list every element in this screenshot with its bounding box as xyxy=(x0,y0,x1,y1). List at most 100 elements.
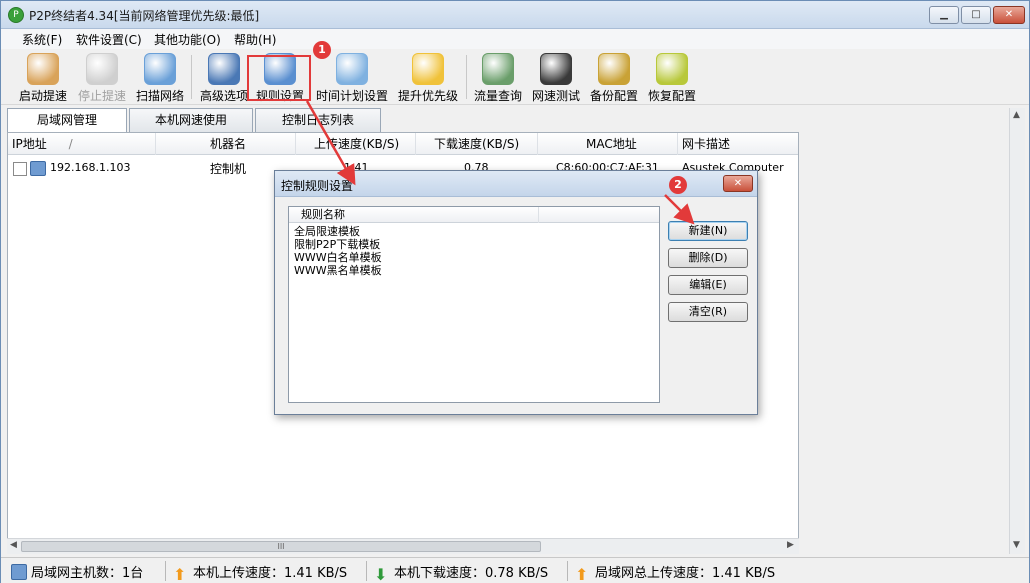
backup-config-label: 备份配置 xyxy=(589,89,638,103)
close-button[interactable]: ✕ xyxy=(993,6,1025,24)
list-item[interactable]: WWW白名单模板 xyxy=(294,251,382,264)
column-rule-name[interactable]: 规则名称 xyxy=(289,207,539,223)
start-speedup-button[interactable]: 启动提速 xyxy=(15,51,71,103)
minimize-button[interactable]: ▁ xyxy=(929,6,959,24)
medal-icon xyxy=(412,53,444,85)
backup-box-icon xyxy=(598,53,630,85)
schedule-settings-button[interactable]: 时间计划设置 xyxy=(313,51,391,103)
menu-system[interactable]: 系统(F) xyxy=(19,31,65,48)
magnifier-icon xyxy=(144,53,176,85)
start-speedup-label: 启动提速 xyxy=(18,89,67,103)
network-hosts-icon xyxy=(11,564,27,580)
column-ip-label: IP地址 xyxy=(12,137,47,151)
horizontal-scrollbar[interactable]: ◀ III ▶ xyxy=(7,538,799,554)
dialog-close-button[interactable]: ✕ xyxy=(723,175,753,192)
maximize-button[interactable]: □ xyxy=(961,6,991,24)
globe-gear-icon xyxy=(208,53,240,85)
advanced-options-label: 高级选项 xyxy=(199,89,248,103)
status-separator xyxy=(366,561,367,581)
status-lan-upload-text: 局域网总上传速度：1.41 KB/S xyxy=(595,566,776,581)
stop-speedup-label: 停止提速 xyxy=(77,89,126,103)
status-separator xyxy=(567,561,568,581)
column-nic[interactable]: 网卡描述 xyxy=(678,133,798,155)
stop-rocket-icon xyxy=(86,53,118,85)
download-arrow-icon: ⬇ xyxy=(374,565,388,583)
vertical-scrollbar[interactable]: ▲ ▼ xyxy=(1009,108,1025,554)
toolbar-separator xyxy=(191,55,192,99)
title-bar[interactable]: P P2P终结者4.34[当前网络管理优先级:最低] ▁ □ ✕ xyxy=(1,1,1029,29)
tab-lan-management[interactable]: 局域网管理 xyxy=(7,108,127,133)
rules-list[interactable]: 规则名称 全局限速模板 限制P2P下载模板 WWW白名单模板 WWW黑名单模板 xyxy=(288,206,660,403)
clear-rules-button[interactable]: 清空(R) xyxy=(668,302,748,322)
menu-help[interactable]: 帮助(H) xyxy=(231,31,279,48)
menu-other-functions[interactable]: 其他功能(O) xyxy=(151,31,224,48)
scroll-left-icon[interactable]: ◀ xyxy=(10,540,17,550)
traffic-query-button[interactable]: 流量查询 xyxy=(471,51,525,103)
annotation-badge-1: 1 xyxy=(313,41,331,59)
status-local-download-text: 本机下载速度：0.78 KB/S xyxy=(394,566,549,581)
speedometer-icon xyxy=(540,53,572,85)
scan-network-button[interactable]: 扫描网络 xyxy=(133,51,187,103)
clock-icon xyxy=(336,53,368,85)
column-upload[interactable]: 上传速度(KB/S) xyxy=(296,133,416,155)
raise-priority-label: 提升优先级 xyxy=(397,89,458,103)
row-checkbox[interactable] xyxy=(13,162,27,176)
tab-local-speed[interactable]: 本机网速使用 xyxy=(129,108,253,132)
column-mac[interactable]: MAC地址 xyxy=(538,133,678,155)
list-item[interactable]: WWW黑名单模板 xyxy=(294,264,382,277)
stop-speedup-button[interactable]: 停止提速 xyxy=(75,51,129,103)
main-window: P P2P终结者4.34[当前网络管理优先级:最低] ▁ □ ✕ 系统(F) 软… xyxy=(0,0,1030,583)
right-empty-pane xyxy=(799,132,1009,554)
window-title: P2P终结者4.34[当前网络管理优先级:最低] xyxy=(29,9,260,23)
restore-config-label: 恢复配置 xyxy=(647,89,696,103)
status-local-upload: ⬆ 本机上传速度：1.41 KB/S xyxy=(173,562,347,583)
speed-test-label: 网速测试 xyxy=(531,89,580,103)
schedule-settings-label: 时间计划设置 xyxy=(315,89,388,103)
list-item[interactable]: 全局限速模板 xyxy=(294,225,360,238)
restore-box-icon xyxy=(656,53,688,85)
lan-upload-arrow-icon: ⬆ xyxy=(575,565,589,583)
rules-list-header: 规则名称 xyxy=(289,207,659,223)
dialog-title: 控制规则设置 xyxy=(281,179,354,193)
column-machine-name[interactable]: 机器名 xyxy=(156,133,296,155)
row-machine-name: 控制机 xyxy=(210,162,247,176)
rocket-icon xyxy=(27,53,59,85)
database-icon xyxy=(482,53,514,85)
toolbar-separator xyxy=(466,55,467,99)
status-host-count-text: 局域网主机数：1台 xyxy=(31,566,144,581)
edit-rule-button[interactable]: 编辑(E) xyxy=(668,275,748,295)
app-logo-icon: P xyxy=(8,7,24,23)
column-download[interactable]: 下载速度(KB/S) xyxy=(416,133,538,155)
column-ip[interactable]: IP地址 / xyxy=(8,133,156,155)
computer-icon xyxy=(30,161,46,176)
tab-control-log[interactable]: 控制日志列表 xyxy=(255,108,381,132)
restore-config-button[interactable]: 恢复配置 xyxy=(645,51,699,103)
menu-bar: 系统(F) 软件设置(C) 其他功能(O) 帮助(H) xyxy=(1,29,1029,49)
delete-rule-button[interactable]: 删除(D) xyxy=(668,248,748,268)
annotation-badge-2: 2 xyxy=(669,176,687,194)
traffic-query-label: 流量查询 xyxy=(473,89,522,103)
backup-config-button[interactable]: 备份配置 xyxy=(587,51,641,103)
speed-test-button[interactable]: 网速测试 xyxy=(529,51,583,103)
list-item[interactable]: 限制P2P下载模板 xyxy=(294,238,380,251)
status-host-count: 局域网主机数：1台 xyxy=(11,562,143,581)
status-separator xyxy=(165,561,166,581)
sort-indicator-icon: / xyxy=(68,137,73,151)
horizontal-scroll-thumb[interactable]: III xyxy=(21,541,541,552)
raise-priority-button[interactable]: 提升优先级 xyxy=(395,51,461,103)
scan-network-label: 扫描网络 xyxy=(135,89,184,103)
scroll-right-icon[interactable]: ▶ xyxy=(787,540,794,550)
host-list-header: IP地址 / 机器名 上传速度(KB/S) 下载速度(KB/S) MAC地址 网… xyxy=(8,133,798,155)
row-ip: 192.168.1.103 xyxy=(50,161,131,174)
status-lan-upload: ⬆ 局域网总上传速度：1.41 KB/S xyxy=(575,562,775,583)
rule-settings-highlight xyxy=(247,55,311,101)
advanced-options-button[interactable]: 高级选项 xyxy=(197,51,251,103)
menu-software-settings[interactable]: 软件设置(C) xyxy=(73,31,145,48)
scroll-up-icon[interactable]: ▲ xyxy=(1013,110,1020,120)
toolbar: 启动提速 停止提速 扫描网络 高级选项 规则设置 时间计划设置 提升优先级 流量… xyxy=(1,49,1029,105)
scroll-down-icon[interactable]: ▼ xyxy=(1013,540,1020,550)
new-rule-button[interactable]: 新建(N) xyxy=(668,221,748,241)
control-rules-dialog: 控制规则设置 ✕ 规则名称 全局限速模板 限制P2P下载模板 WWW白名单模板 … xyxy=(274,170,758,415)
upload-arrow-icon: ⬆ xyxy=(173,565,187,583)
status-bar: 局域网主机数：1台 ⬆ 本机上传速度：1.41 KB/S ⬇ 本机下载速度：0.78… xyxy=(1,557,1029,583)
